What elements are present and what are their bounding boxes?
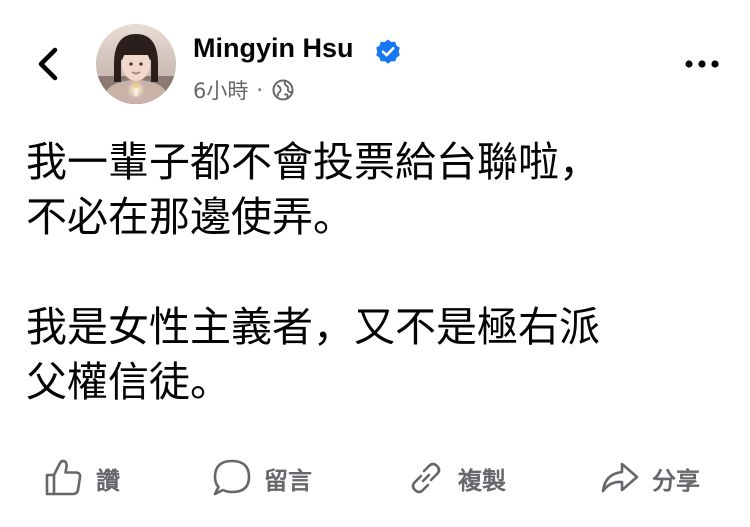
more-options-button[interactable]: [680, 50, 724, 78]
globe-icon[interactable]: [271, 78, 295, 102]
avatar[interactable]: [96, 24, 176, 104]
author-name[interactable]: Mingyin Hsu: [193, 33, 354, 64]
copy-label: 複製: [458, 466, 506, 495]
like-icon: [45, 459, 82, 496]
link-icon: [411, 462, 441, 494]
share-icon: [601, 462, 639, 493]
comment-label: 留言: [264, 466, 312, 495]
more-dots-icon: [685, 60, 719, 68]
chevron-left-icon: [38, 47, 58, 81]
comment-button[interactable]: 留言: [212, 450, 312, 506]
post-actions-bar: 讚 留言 複製 分享: [0, 450, 750, 506]
meta-separator: ·: [256, 78, 264, 102]
post-timestamp[interactable]: 6小時: [193, 75, 248, 105]
post-line: 父權信徒。: [26, 358, 231, 406]
like-label: 讚: [96, 466, 120, 495]
post-line: 我一輩子都不會投票給台聯啦，: [26, 138, 600, 186]
share-label: 分享: [652, 466, 700, 495]
post-meta: 6小時 ·: [193, 76, 295, 104]
back-button[interactable]: [28, 44, 68, 84]
verified-badge-icon: [376, 39, 400, 64]
share-button[interactable]: 分享: [600, 450, 700, 506]
post-text: 我一輩子都不會投票給台聯啦， 不必在那邊使弄。 我是女性主義者，又不是極右派 父…: [26, 135, 736, 410]
like-button[interactable]: 讚: [44, 450, 120, 506]
copy-link-button[interactable]: 複製: [406, 450, 506, 506]
post-header: Mingyin Hsu 6小時 ·: [0, 0, 750, 120]
avatar-photo: [96, 24, 176, 104]
post-line: 不必在那邊使弄。: [26, 193, 354, 241]
comment-icon: [213, 459, 251, 496]
post-line: 我是女性主義者，又不是極右派: [26, 303, 600, 351]
